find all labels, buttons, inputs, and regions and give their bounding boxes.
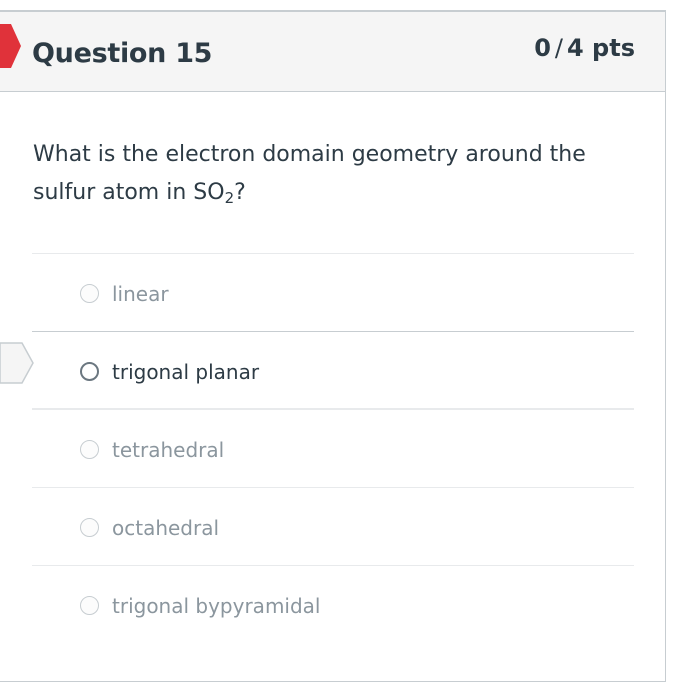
question-title: Question 15 — [32, 38, 213, 69]
answer-option[interactable]: linear — [32, 253, 634, 331]
radio-button[interactable] — [80, 362, 99, 381]
question-points: 0/4 pts — [534, 34, 635, 62]
incorrect-answer-flag-icon — [0, 24, 21, 68]
radio-button[interactable] — [80, 596, 99, 615]
answer-label: trigonal planar — [112, 360, 260, 384]
question-text-main: What is the electron domain geometry aro… — [33, 142, 586, 205]
answer-option[interactable]: octahedral — [32, 487, 634, 565]
your-answer-arrow-icon — [0, 342, 34, 384]
radio-button[interactable] — [80, 440, 99, 459]
answer-list: linear trigonal planar tetrahedral octah… — [32, 253, 634, 643]
question-subscript: 2 — [224, 189, 235, 207]
answer-option[interactable]: tetrahedral — [32, 409, 634, 487]
answer-label: tetrahedral — [112, 438, 225, 462]
score-value: 0 — [534, 34, 551, 62]
points-possible: 4 pts — [567, 34, 635, 62]
answer-label: trigonal bypyramidal — [112, 594, 321, 618]
answer-label: linear — [112, 282, 169, 306]
question-text-end: ? — [234, 180, 246, 205]
question-header: Question 15 0/4 pts — [0, 12, 665, 92]
answer-label: octahedral — [112, 516, 220, 540]
answer-option[interactable]: trigonal bypyramidal — [32, 565, 634, 643]
question-text: What is the electron domain geometry aro… — [33, 136, 613, 212]
radio-button[interactable] — [80, 284, 99, 303]
radio-button[interactable] — [80, 518, 99, 537]
score-separator: / — [554, 34, 563, 62]
answer-option-selected[interactable]: trigonal planar — [32, 331, 634, 409]
